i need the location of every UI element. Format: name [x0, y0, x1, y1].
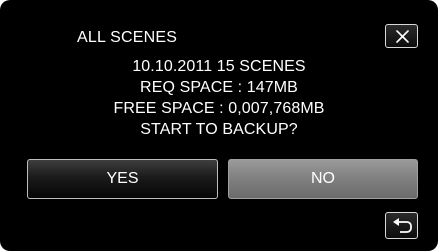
- dialog-title: ALL SCENES: [77, 29, 178, 46]
- message-line-free-space: FREE SPACE : 0,007,768MB: [113, 100, 325, 117]
- yes-button-label: YES: [106, 170, 139, 187]
- close-icon: [396, 30, 409, 43]
- no-button[interactable]: NO: [228, 159, 418, 199]
- message-line-prompt: START TO BACKUP?: [140, 121, 298, 138]
- message-line-required-space: REQ SPACE : 147MB: [140, 79, 298, 96]
- backup-dialog-screen: ALL SCENES 10.10.2011 15 SCENES REQ SPAC…: [0, 0, 438, 251]
- dialog-message: 10.10.2011 15 SCENES REQ SPACE : 147MB F…: [0, 56, 438, 140]
- return-icon: [393, 218, 412, 233]
- message-line-date-scenes: 10.10.2011 15 SCENES: [132, 58, 306, 75]
- close-button[interactable]: [385, 24, 418, 48]
- back-button[interactable]: [385, 212, 418, 239]
- yes-button[interactable]: YES: [27, 159, 218, 199]
- no-button-label: NO: [311, 170, 335, 187]
